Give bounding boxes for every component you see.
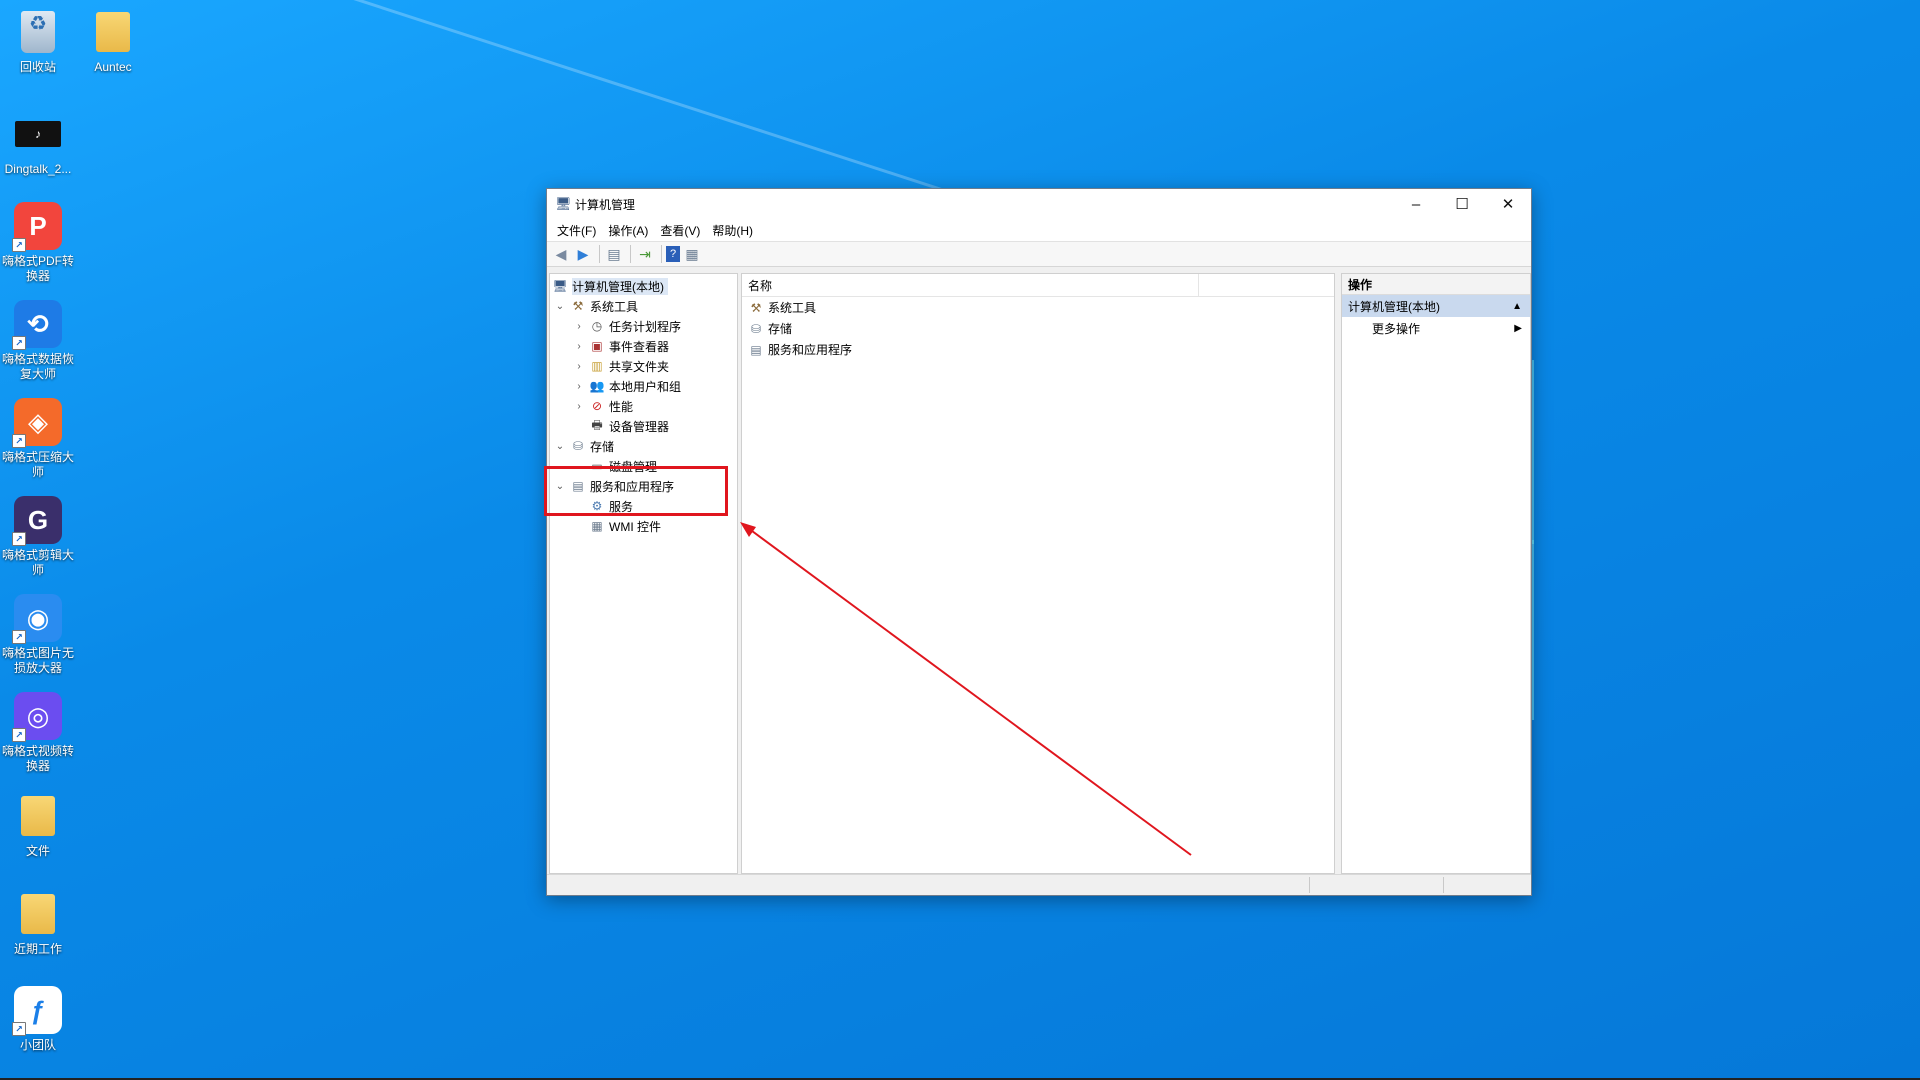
annotation-arrow xyxy=(740,522,1192,856)
